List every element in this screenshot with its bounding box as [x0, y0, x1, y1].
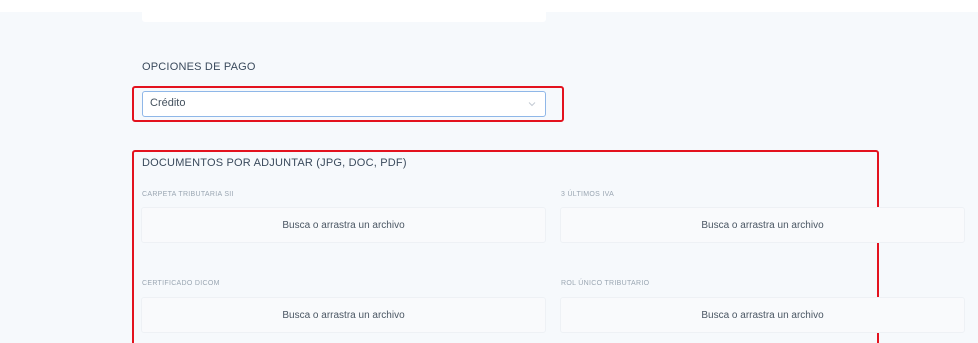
payment-option-value: Crédito — [150, 97, 186, 109]
payment-options-label: OPCIONES DE PAGO — [142, 61, 256, 73]
dropzone-rol-unico-tributario[interactable]: Busca o arrastra un archivo — [560, 297, 965, 333]
doc-label-ultimos-iva: 3 ÚLTIMOS IVA — [561, 191, 615, 198]
documents-title: DOCUMENTOS POR ADJUNTAR (JPG, DOC, PDF) — [142, 157, 407, 169]
dropzone-certificado-dicom[interactable]: Busca o arrastra un archivo — [141, 297, 546, 333]
doc-label-carpeta-tributaria: CARPETA TRIBUTARIA SII — [142, 191, 234, 198]
dropzone-ultimos-iva[interactable]: Busca o arrastra un archivo — [560, 207, 965, 243]
previous-field[interactable] — [142, 0, 546, 22]
page: OPCIONES DE PAGO Crédito DOCUMENTOS POR … — [0, 0, 978, 343]
dropzone-carpeta-tributaria[interactable]: Busca o arrastra un archivo — [141, 207, 546, 243]
doc-label-rol-unico-tributario: ROL ÚNICO TRIBUTARIO — [561, 280, 650, 287]
payment-option-select[interactable]: Crédito — [142, 91, 546, 117]
doc-label-certificado-dicom: CERTIFICADO DICOM — [142, 280, 220, 287]
chevron-down-icon — [528, 102, 536, 107]
